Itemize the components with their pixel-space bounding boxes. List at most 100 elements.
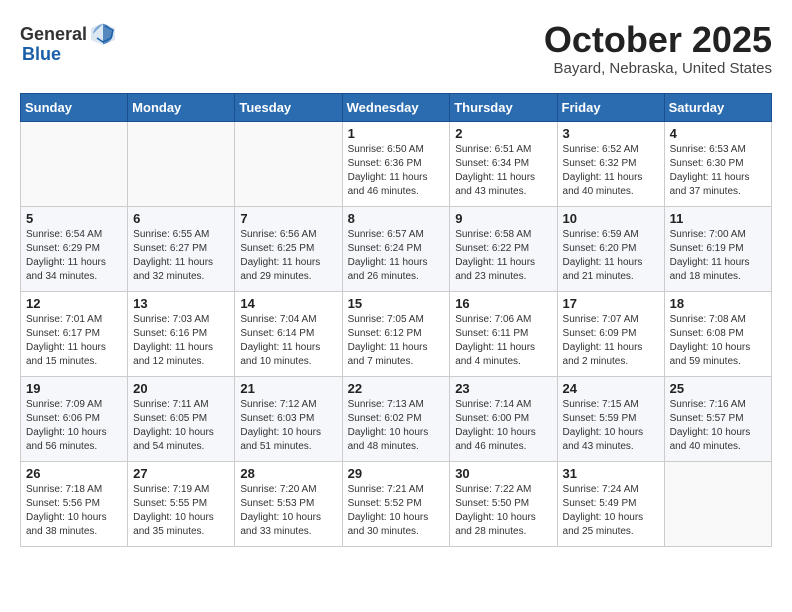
weekday-header-row: SundayMondayTuesdayWednesdayThursdayFrid…	[21, 93, 772, 121]
day-number: 23	[455, 381, 551, 396]
calendar-cell: 15 Sunrise: 7:05 AM Sunset: 6:12 PM Dayli…	[342, 291, 450, 376]
week-row-2: 5Sunrise: 6:54 AM Sunset: 6:29 PM Daylig…	[21, 206, 772, 291]
title-block: October 2025 Bayard, Nebraska, United St…	[544, 20, 772, 77]
day-number: 11	[670, 211, 766, 226]
day-number: 31	[563, 466, 659, 481]
weekday-header-sunday: Sunday	[21, 93, 128, 121]
day-info: Sunrise: 7:24 AM Sunset: 5:49 PM Dayligh…	[563, 483, 659, 539]
calendar-cell: 20 Sunrise: 7:11 AM Sunset: 6:05 PM Dayli…	[128, 376, 235, 461]
logo-icon	[89, 20, 117, 48]
calendar-cell	[21, 121, 128, 206]
day-number: 22	[348, 381, 445, 396]
logo: General Blue	[20, 20, 115, 65]
day-number: 6	[133, 211, 229, 226]
calendar-cell: 27 Sunrise: 7:19 AM Sunset: 5:55 PM Dayli…	[128, 461, 235, 546]
day-number: 14	[240, 296, 336, 311]
calendar-cell: 29Sunrise: 7:21 AM Sunset: 5:52 PM Dayli…	[342, 461, 450, 546]
calendar-table: SundayMondayTuesdayWednesdayThursdayFrid…	[20, 93, 772, 547]
week-row-3: 12 Sunrise: 7:01 AM Sunset: 6:17 PM Dayli…	[21, 291, 772, 376]
day-info: Sunrise: 7:05 AM Sunset: 6:12 PM Dayligh…	[348, 313, 445, 369]
location-text: Bayard, Nebraska, United States	[544, 60, 772, 77]
page-header: General Blue October 2025 Bayard, Nebras…	[20, 20, 772, 77]
calendar-cell: 10 Sunrise: 6:59 AM Sunset: 6:20 PM Dayli…	[557, 206, 664, 291]
day-info: Sunrise: 7:22 AM Sunset: 5:50 PM Dayligh…	[455, 483, 551, 539]
calendar-cell: 24Sunrise: 7:15 AM Sunset: 5:59 PM Dayli…	[557, 376, 664, 461]
weekday-header-monday: Monday	[128, 93, 235, 121]
day-number: 10	[563, 211, 659, 226]
day-info: Sunrise: 7:12 AM Sunset: 6:03 PM Dayligh…	[240, 398, 336, 454]
calendar-cell: 23Sunrise: 7:14 AM Sunset: 6:00 PM Dayli…	[450, 376, 557, 461]
day-number: 5	[26, 211, 122, 226]
calendar-cell: 9Sunrise: 6:58 AM Sunset: 6:22 PM Daylig…	[450, 206, 557, 291]
day-number: 2	[455, 126, 551, 141]
day-info: Sunrise: 7:06 AM Sunset: 6:11 PM Dayligh…	[455, 313, 551, 369]
logo-general-text: General	[20, 24, 87, 45]
day-number: 26	[26, 466, 122, 481]
calendar-cell	[235, 121, 342, 206]
day-info: Sunrise: 7:11 AM Sunset: 6:05 PM Dayligh…	[133, 398, 229, 454]
calendar-cell: 13 Sunrise: 7:03 AM Sunset: 6:16 PM Dayli…	[128, 291, 235, 376]
day-number: 30	[455, 466, 551, 481]
day-info: Sunrise: 6:52 AM Sunset: 6:32 PM Dayligh…	[563, 143, 659, 199]
day-info: Sunrise: 7:04 AM Sunset: 6:14 PM Dayligh…	[240, 313, 336, 369]
calendar-cell: 22Sunrise: 7:13 AM Sunset: 6:02 PM Dayli…	[342, 376, 450, 461]
day-info: Sunrise: 6:53 AM Sunset: 6:30 PM Dayligh…	[670, 143, 766, 199]
calendar-cell: 28 Sunrise: 7:20 AM Sunset: 5:53 PM Dayli…	[235, 461, 342, 546]
day-info: Sunrise: 7:01 AM Sunset: 6:17 PM Dayligh…	[26, 313, 122, 369]
day-info: Sunrise: 7:18 AM Sunset: 5:56 PM Dayligh…	[26, 483, 122, 539]
calendar-cell: 30 Sunrise: 7:22 AM Sunset: 5:50 PM Dayli…	[450, 461, 557, 546]
weekday-header-thursday: Thursday	[450, 93, 557, 121]
day-number: 12	[26, 296, 122, 311]
calendar-cell: 31 Sunrise: 7:24 AM Sunset: 5:49 PM Dayli…	[557, 461, 664, 546]
day-info: Sunrise: 6:59 AM Sunset: 6:20 PM Dayligh…	[563, 228, 659, 284]
calendar-cell: 2 Sunrise: 6:51 AM Sunset: 6:34 PM Daylig…	[450, 121, 557, 206]
day-info: Sunrise: 6:51 AM Sunset: 6:34 PM Dayligh…	[455, 143, 551, 199]
day-number: 21	[240, 381, 336, 396]
weekday-header-friday: Friday	[557, 93, 664, 121]
day-number: 8	[348, 211, 445, 226]
day-info: Sunrise: 7:21 AM Sunset: 5:52 PM Dayligh…	[348, 483, 445, 539]
day-number: 17	[563, 296, 659, 311]
day-number: 15	[348, 296, 445, 311]
day-info: Sunrise: 6:55 AM Sunset: 6:27 PM Dayligh…	[133, 228, 229, 284]
weekday-header-saturday: Saturday	[664, 93, 771, 121]
calendar-cell: 17 Sunrise: 7:07 AM Sunset: 6:09 PM Dayli…	[557, 291, 664, 376]
day-info: Sunrise: 7:19 AM Sunset: 5:55 PM Dayligh…	[133, 483, 229, 539]
calendar-cell: 6 Sunrise: 6:55 AM Sunset: 6:27 PM Daylig…	[128, 206, 235, 291]
calendar-cell: 1 Sunrise: 6:50 AM Sunset: 6:36 PM Daylig…	[342, 121, 450, 206]
weekday-header-wednesday: Wednesday	[342, 93, 450, 121]
weekday-header-tuesday: Tuesday	[235, 93, 342, 121]
day-number: 27	[133, 466, 229, 481]
day-info: Sunrise: 6:57 AM Sunset: 6:24 PM Dayligh…	[348, 228, 445, 284]
day-number: 20	[133, 381, 229, 396]
calendar-cell: 5Sunrise: 6:54 AM Sunset: 6:29 PM Daylig…	[21, 206, 128, 291]
calendar-cell: 12 Sunrise: 7:01 AM Sunset: 6:17 PM Dayli…	[21, 291, 128, 376]
calendar-cell: 11 Sunrise: 7:00 AM Sunset: 6:19 PM Dayli…	[664, 206, 771, 291]
week-row-4: 19 Sunrise: 7:09 AM Sunset: 6:06 PM Dayli…	[21, 376, 772, 461]
calendar-cell: 16Sunrise: 7:06 AM Sunset: 6:11 PM Dayli…	[450, 291, 557, 376]
day-number: 19	[26, 381, 122, 396]
day-info: Sunrise: 7:03 AM Sunset: 6:16 PM Dayligh…	[133, 313, 229, 369]
day-info: Sunrise: 7:07 AM Sunset: 6:09 PM Dayligh…	[563, 313, 659, 369]
calendar-cell: 18 Sunrise: 7:08 AM Sunset: 6:08 PM Dayli…	[664, 291, 771, 376]
day-number: 24	[563, 381, 659, 396]
logo-blue-text: Blue	[22, 44, 61, 65]
day-info: Sunrise: 7:20 AM Sunset: 5:53 PM Dayligh…	[240, 483, 336, 539]
day-number: 3	[563, 126, 659, 141]
calendar-cell: 8 Sunrise: 6:57 AM Sunset: 6:24 PM Daylig…	[342, 206, 450, 291]
day-info: Sunrise: 7:00 AM Sunset: 6:19 PM Dayligh…	[670, 228, 766, 284]
calendar-cell	[128, 121, 235, 206]
day-info: Sunrise: 7:08 AM Sunset: 6:08 PM Dayligh…	[670, 313, 766, 369]
day-number: 1	[348, 126, 445, 141]
day-info: Sunrise: 6:56 AM Sunset: 6:25 PM Dayligh…	[240, 228, 336, 284]
calendar-cell: 7Sunrise: 6:56 AM Sunset: 6:25 PM Daylig…	[235, 206, 342, 291]
day-number: 4	[670, 126, 766, 141]
day-number: 28	[240, 466, 336, 481]
day-number: 18	[670, 296, 766, 311]
calendar-cell	[664, 461, 771, 546]
day-number: 13	[133, 296, 229, 311]
day-info: Sunrise: 7:09 AM Sunset: 6:06 PM Dayligh…	[26, 398, 122, 454]
calendar-cell: 14 Sunrise: 7:04 AM Sunset: 6:14 PM Dayli…	[235, 291, 342, 376]
calendar-cell: 25Sunrise: 7:16 AM Sunset: 5:57 PM Dayli…	[664, 376, 771, 461]
day-info: Sunrise: 6:50 AM Sunset: 6:36 PM Dayligh…	[348, 143, 445, 199]
